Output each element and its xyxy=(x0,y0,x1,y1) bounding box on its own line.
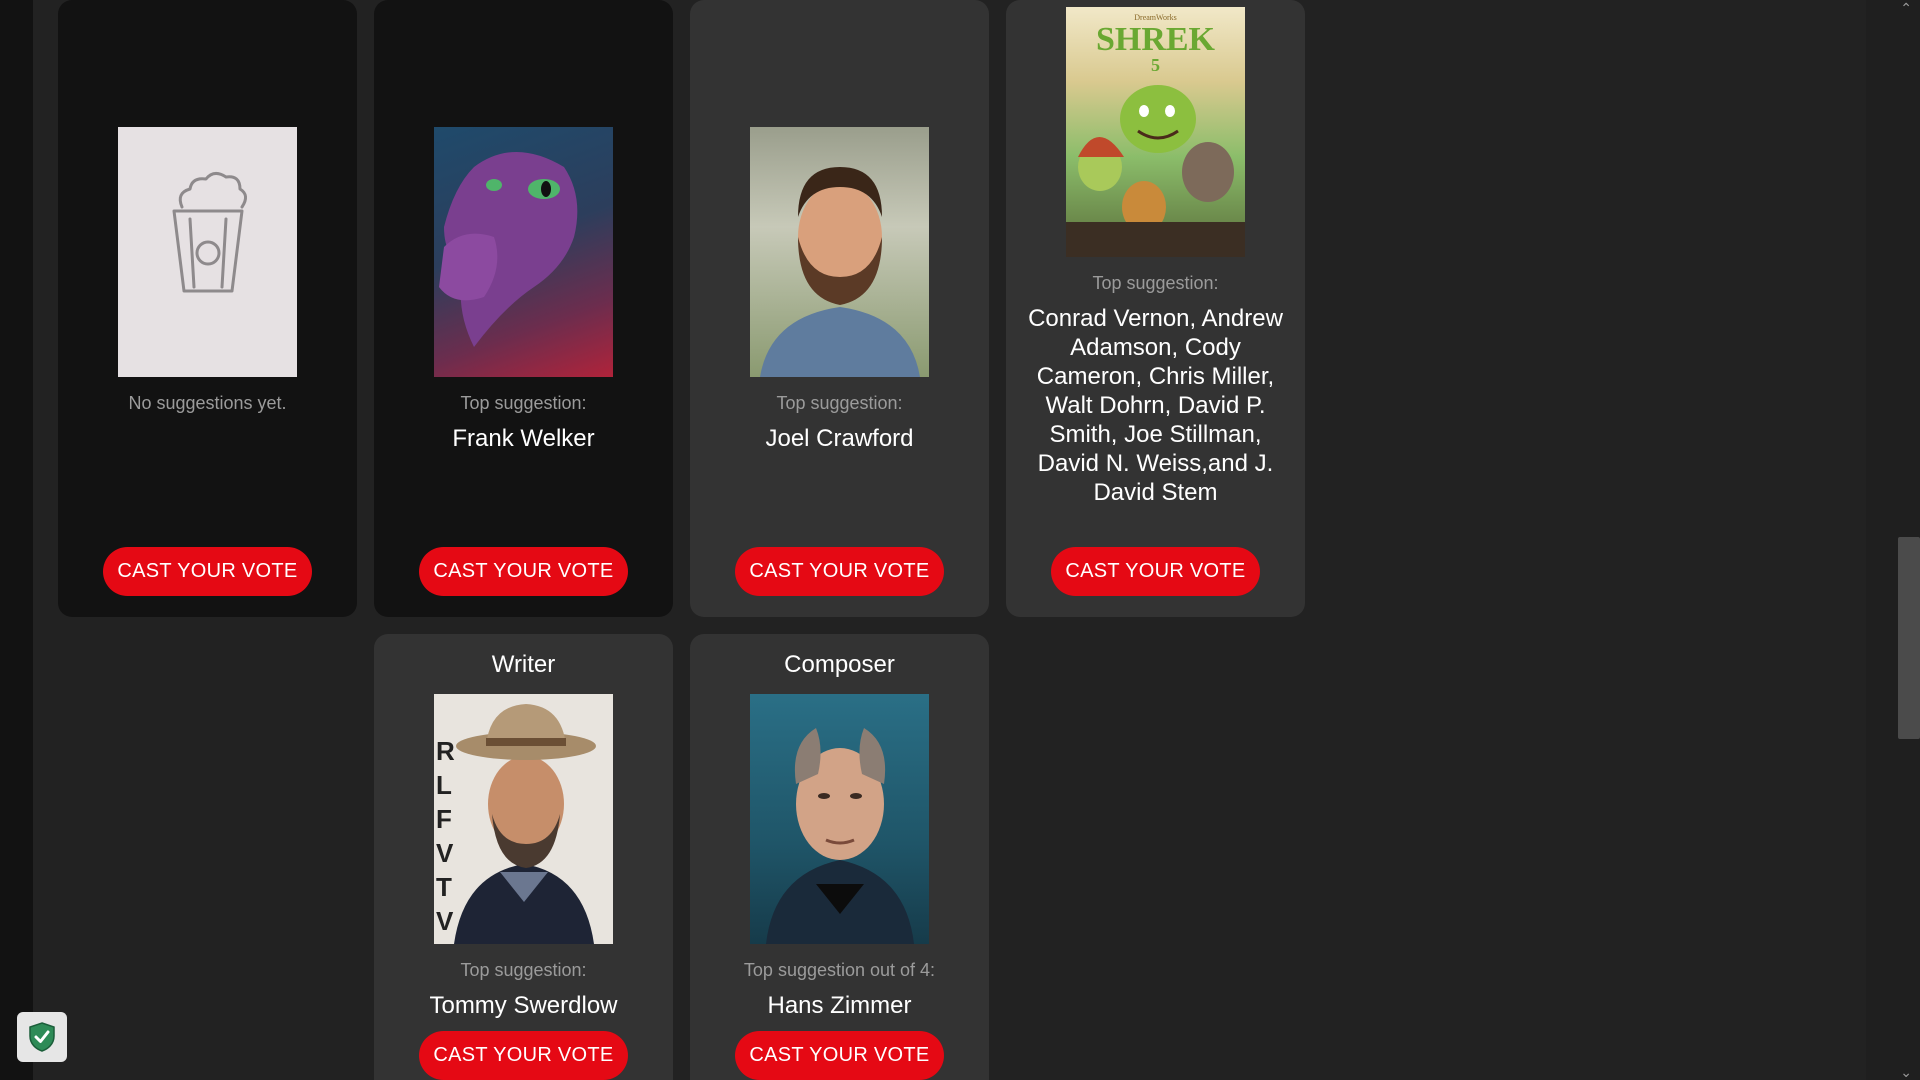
top-suggestion-label: Top suggestion: xyxy=(460,960,587,980)
popcorn-placeholder-icon xyxy=(118,127,297,377)
vote-card: Top suggestion: Joel Crawford CAST YOUR … xyxy=(690,0,989,617)
cast-vote-button[interactable]: CAST YOUR VOTE xyxy=(103,547,312,596)
top-suggestion-name: Conrad Vernon, Andrew Adamson, Cody Came… xyxy=(1028,305,1283,506)
no-suggestions-label: No suggestions yet. xyxy=(128,393,287,413)
cast-vote-button[interactable]: CAST YOUR VOTE xyxy=(1051,547,1260,596)
page-scrollbar[interactable]: ⌃ ⌄ xyxy=(1866,0,1920,1080)
chevron-up-icon[interactable]: ⌃ xyxy=(1866,0,1920,18)
composer-portrait xyxy=(750,694,929,944)
cast-vote-button[interactable]: CAST YOUR VOTE xyxy=(419,547,628,596)
top-suggestion-name: Tommy Swerdlow xyxy=(429,992,618,1019)
category-title: Composer xyxy=(784,651,895,678)
man-in-hat-portrait: R L F V T V xyxy=(434,694,613,944)
chevron-down-icon[interactable]: ⌄ xyxy=(1866,1062,1920,1080)
vote-card: DreamWorks SHREK 5 Top suggestion: Conra… xyxy=(1006,0,1305,617)
left-rail xyxy=(0,0,33,1080)
top-suggestion-label: Top suggestion: xyxy=(460,393,587,413)
cast-vote-button[interactable]: CAST YOUR VOTE xyxy=(735,1031,944,1080)
category-title: Writer xyxy=(491,651,556,678)
top-suggestion-name: Joel Crawford xyxy=(765,425,914,452)
cast-vote-button[interactable]: CAST YOUR VOTE xyxy=(735,547,944,596)
scrollbar-thumb[interactable] xyxy=(1898,537,1920,739)
top-suggestion-name: Hans Zimmer xyxy=(767,992,912,1019)
top-suggestion-label: Top suggestion: xyxy=(776,393,903,413)
bearded-man-portrait xyxy=(750,127,929,377)
top-suggestion-label: Top suggestion: xyxy=(1092,273,1219,293)
cast-vote-button[interactable]: CAST YOUR VOTE xyxy=(419,1031,628,1080)
shield-check-icon[interactable] xyxy=(17,1012,67,1062)
shrek-5-poster: DreamWorks SHREK 5 xyxy=(1066,7,1245,257)
writer-card: Writer R L F V T V Top suggestion: Tommy… xyxy=(374,634,673,1080)
purple-dragon-portrait xyxy=(434,127,613,377)
vote-card: Top suggestion: Frank Welker CAST YOUR V… xyxy=(374,0,673,617)
composer-card: Composer Top suggestion out of 4: Hans Z… xyxy=(690,634,989,1080)
top-suggestion-label: Top suggestion out of 4: xyxy=(743,960,936,980)
top-suggestion-name: Frank Welker xyxy=(452,425,595,452)
vote-card: No suggestions yet. CAST YOUR VOTE xyxy=(58,0,357,617)
